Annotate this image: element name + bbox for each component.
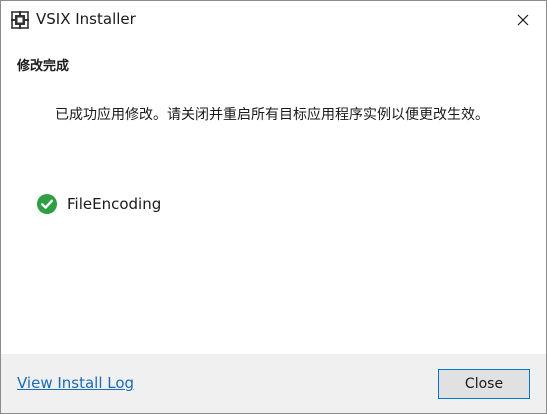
dialog-footer: View Install Log Close xyxy=(1,354,546,413)
close-button[interactable]: Close xyxy=(438,369,530,399)
close-icon xyxy=(517,11,529,30)
vsix-installer-icon xyxy=(11,11,29,29)
extension-item: FileEncoding xyxy=(37,193,161,215)
extension-name: FileEncoding xyxy=(67,195,162,213)
window-close-button[interactable] xyxy=(500,1,546,39)
check-circle-icon xyxy=(37,194,57,214)
status-message: 已成功应用修改。请关闭并重启所有目标应用程序实例以便更改生效。 xyxy=(55,107,489,123)
page-title: 修改完成 xyxy=(17,59,70,74)
view-install-log-link[interactable]: View Install Log xyxy=(17,374,134,392)
vsix-installer-window: VSIX Installer 修改完成 已成功应用修改。请关闭并重启所有目标应用… xyxy=(0,0,547,414)
window-title: VSIX Installer xyxy=(36,10,136,28)
title-bar: VSIX Installer xyxy=(1,1,546,39)
